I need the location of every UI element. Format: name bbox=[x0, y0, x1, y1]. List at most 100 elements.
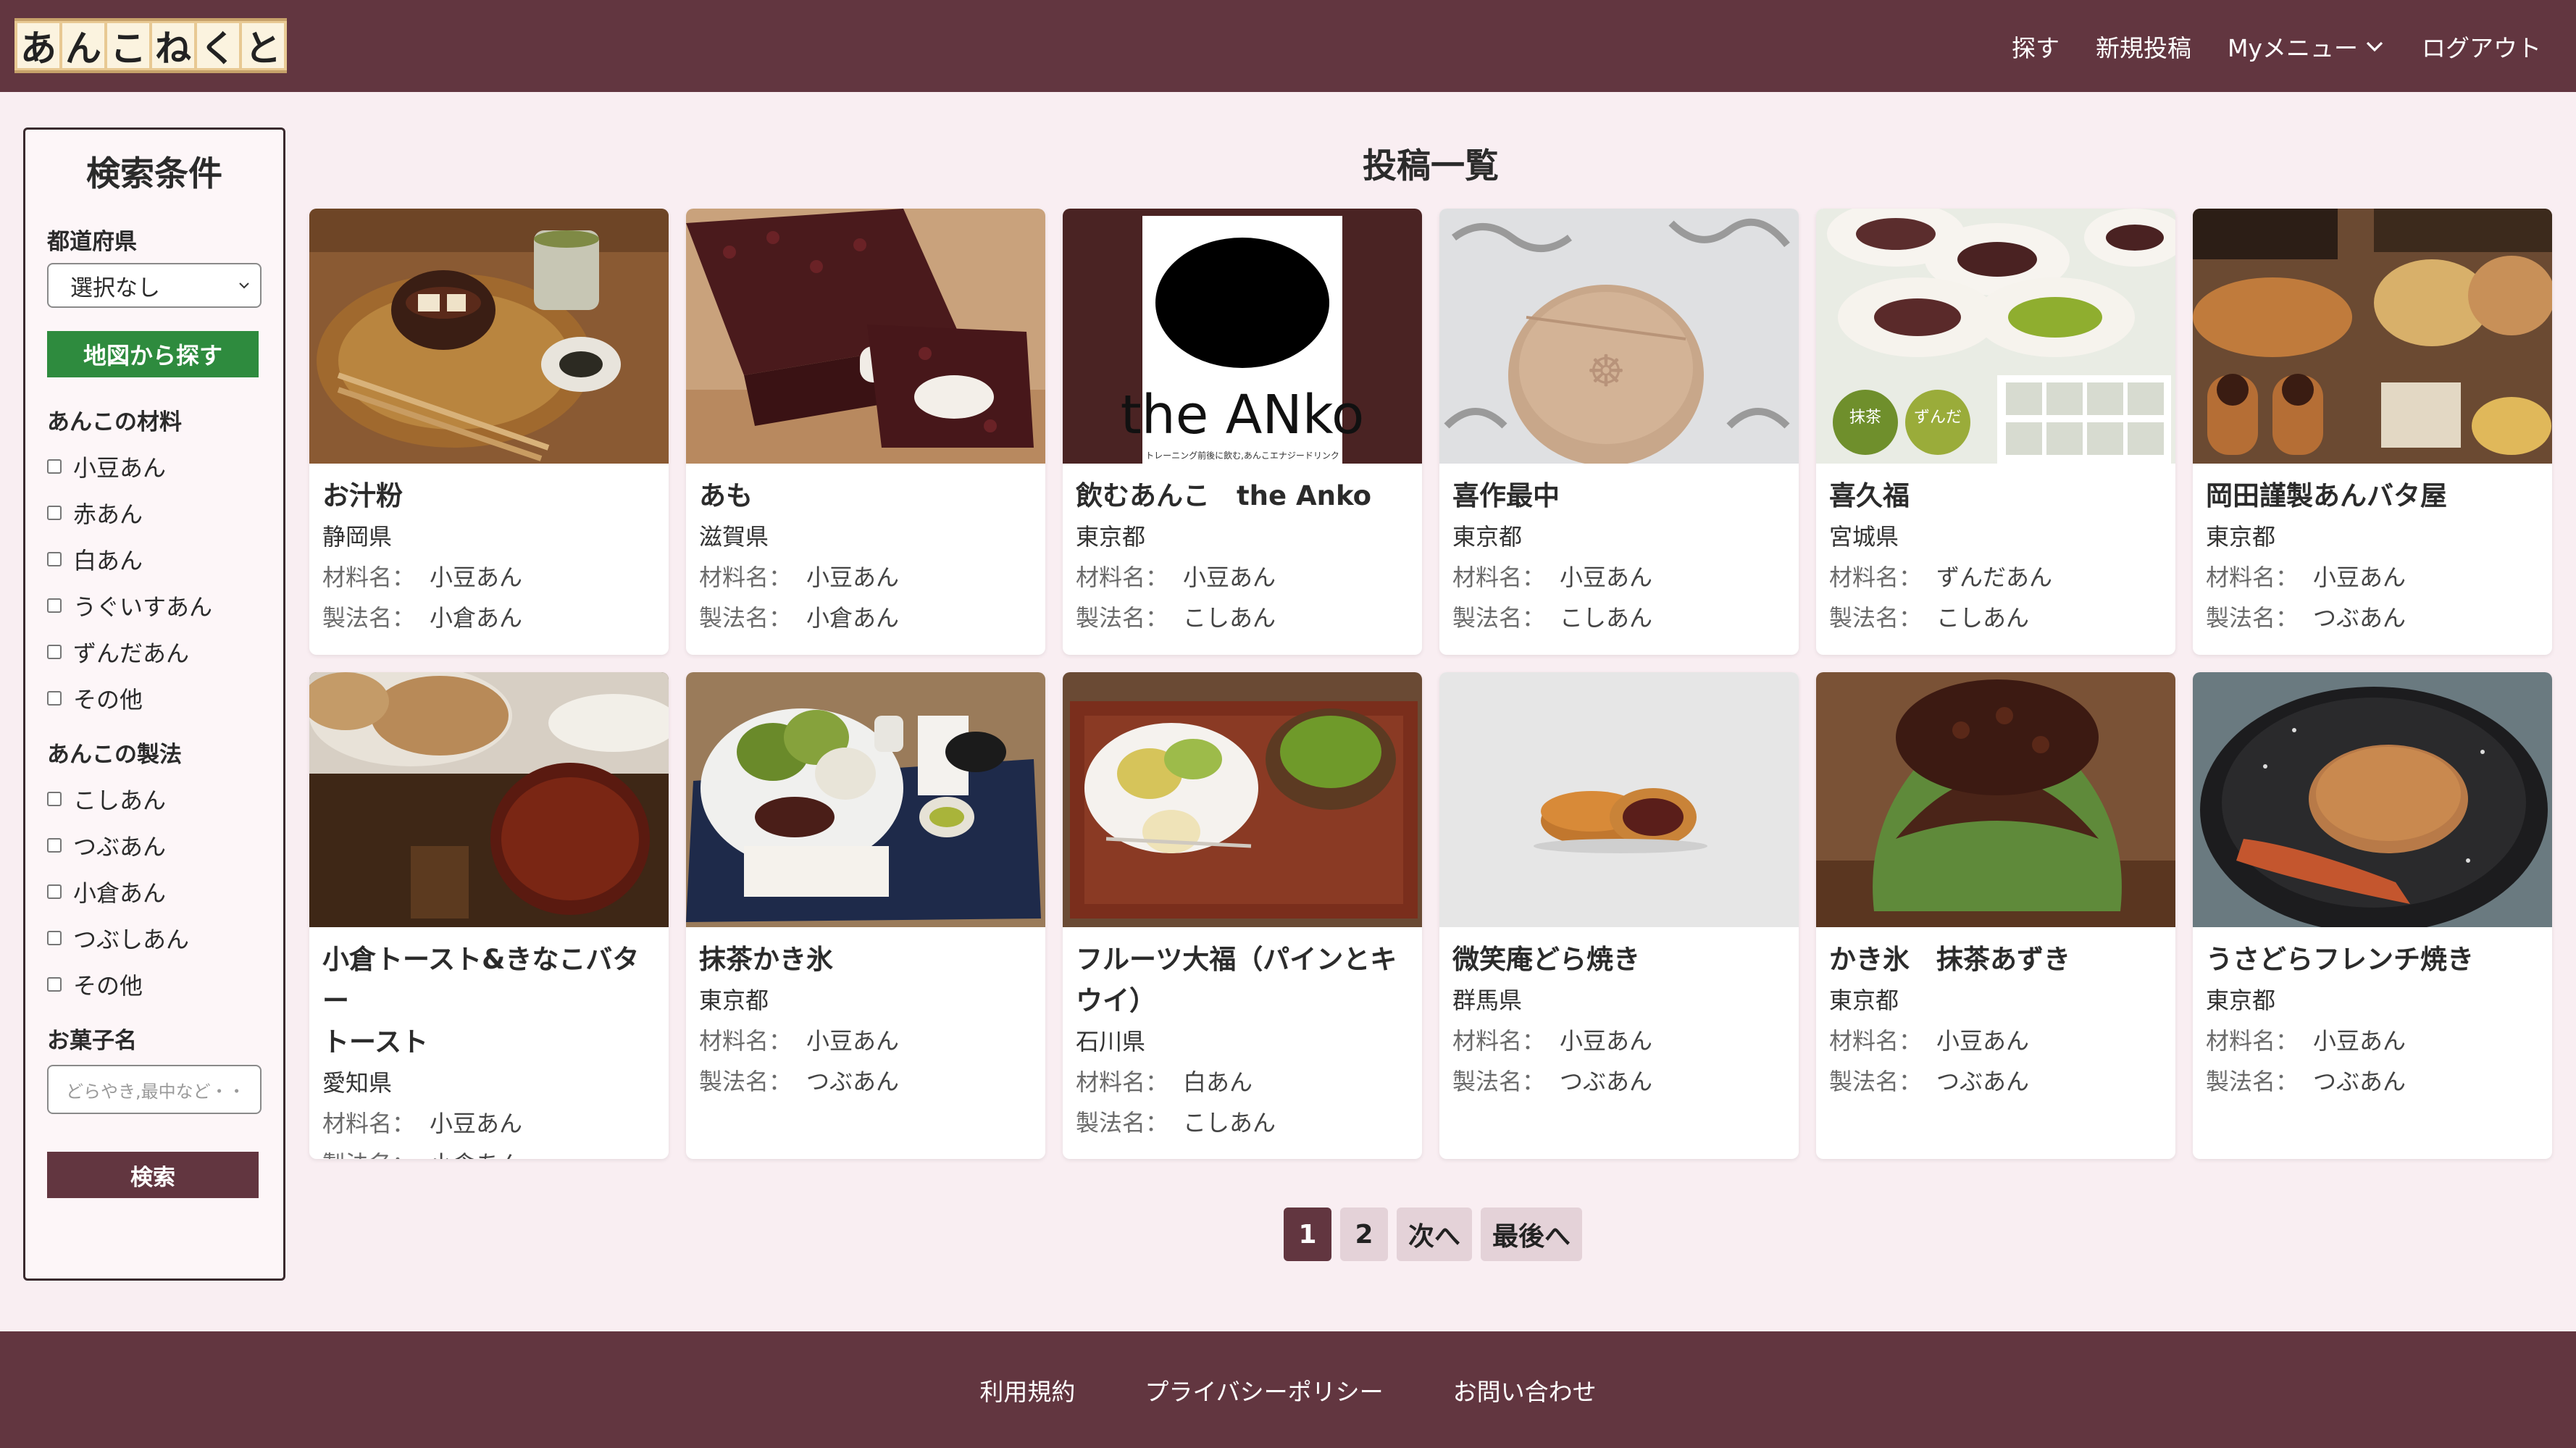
prefecture-label: 都道府県 bbox=[47, 229, 137, 255]
post-image-matcha-kakigori bbox=[686, 672, 1045, 927]
post-card[interactable]: かき氷 抹茶あずき 東京都 材料名： 小豆あん 製法名： つぶあん bbox=[1816, 672, 2175, 1159]
logo-char: ね bbox=[152, 23, 194, 70]
post-card[interactable]: うさどらフレンチ焼き 東京都 材料名： 小豆あん 製法名： つぶあん bbox=[2193, 672, 2552, 1159]
post-title[interactable]: うさどらフレンチ焼き bbox=[2206, 939, 2539, 980]
sweet-name-placeholder: どらやき,最中など・・ bbox=[66, 1081, 246, 1102]
sweet-name-label: お菓子名 bbox=[47, 1028, 137, 1054]
checkbox[interactable] bbox=[47, 506, 62, 520]
post-card[interactable]: 岡田謹製あんバタ屋 東京都 材料名： 小豆あん 製法名： つぶあん bbox=[2193, 209, 2552, 655]
badge-zunda: ずんだ bbox=[1914, 409, 1962, 427]
post-method: 製法名： つぶあん bbox=[1452, 1068, 1653, 1095]
post-prefecture: 群馬県 bbox=[1452, 987, 1523, 1014]
post-card[interactable]: 微笑庵どら焼き 群馬県 材料名： 小豆あん 製法名： つぶあん bbox=[1439, 672, 1799, 1159]
post-method: 製法名： こしあん bbox=[1829, 604, 2030, 632]
post-title[interactable]: あも bbox=[699, 475, 1032, 516]
post-prefecture: 石川県 bbox=[1076, 1028, 1146, 1055]
post-title[interactable]: お汁粉 bbox=[322, 475, 656, 516]
sidebar-title: 検索条件 bbox=[86, 154, 222, 194]
post-image-usadora-french bbox=[2193, 672, 2552, 927]
terms-link[interactable]: 利用規約 bbox=[979, 1373, 1075, 1407]
post-card[interactable]: フルーツ大福（パインとキ ウイ） 石川県 材料名： 白あん 製法名： こしあん bbox=[1063, 672, 1422, 1159]
checkbox[interactable] bbox=[47, 691, 62, 706]
site-footer: 利用規約 プライバシーポリシー お問い合わせ bbox=[0, 1331, 2576, 1448]
checkbox[interactable] bbox=[47, 838, 62, 853]
material-option[interactable]: ずんだあん bbox=[47, 629, 262, 675]
material-option-label: 白あん bbox=[73, 547, 143, 574]
post-title[interactable]: 岡田謹製あんバタ屋 bbox=[2206, 475, 2539, 516]
checkbox[interactable] bbox=[47, 977, 62, 992]
next-page-button[interactable]: 次へ bbox=[1397, 1208, 1473, 1261]
checkbox[interactable] bbox=[47, 931, 62, 945]
post-card[interactable]: the ANko トレーニング前後に飲む,あんこエナジードリンク 飲むあんこ t… bbox=[1063, 209, 1422, 655]
material-option[interactable]: うぐいすあん bbox=[47, 582, 262, 629]
post-title[interactable]: 喜作最中 bbox=[1452, 475, 1786, 516]
contact-link[interactable]: お問い合わせ bbox=[1453, 1373, 1597, 1407]
post-prefecture: 東京都 bbox=[1076, 523, 1146, 551]
material-option[interactable]: その他 bbox=[47, 675, 262, 721]
logo-char: ん bbox=[62, 23, 104, 70]
post-title[interactable]: 小倉トースト&きなこバター トースト bbox=[322, 939, 656, 1063]
main-nav: 探す 新規投稿 Myメニュー ログアウト bbox=[2012, 0, 2541, 92]
method-option[interactable]: つぶあん bbox=[47, 822, 262, 869]
image-brand-subtext: トレーニング前後に飲む,あんこエナジードリンク bbox=[1145, 450, 1339, 461]
checkbox[interactable] bbox=[47, 598, 62, 613]
post-card[interactable]: お汁粉 静岡県 材料名： 小豆あん 製法名： 小倉あん bbox=[309, 209, 669, 655]
post-image-oshiruko bbox=[309, 209, 669, 464]
method-option[interactable]: つぶしあん bbox=[47, 915, 262, 961]
checkbox[interactable] bbox=[47, 552, 62, 566]
post-title[interactable]: 喜久福 bbox=[1829, 475, 2162, 516]
nav-my-menu-dropdown[interactable]: Myメニュー bbox=[2228, 29, 2385, 64]
post-material: 材料名： 小豆あん bbox=[1452, 1027, 1653, 1055]
post-image-anbataya bbox=[2193, 209, 2552, 464]
post-card[interactable]: 抹茶 ずんだ 喜久福 宮城県 材料名： ずんだあん 製法名： こしあん bbox=[1816, 209, 2175, 655]
image-brand-text: the ANko bbox=[1121, 384, 1364, 446]
post-title[interactable]: 抹茶かき氷 bbox=[699, 939, 1032, 980]
post-prefecture: 東京都 bbox=[1452, 523, 1523, 551]
sweet-name-input[interactable]: どらやき,最中など・・ bbox=[47, 1065, 262, 1114]
post-title[interactable]: かき氷 抹茶あずき bbox=[1829, 939, 2162, 980]
method-label: あんこの製法 bbox=[47, 742, 182, 768]
post-method: 製法名： こしあん bbox=[1076, 1109, 1276, 1137]
checkbox[interactable] bbox=[47, 459, 62, 474]
post-prefecture: 東京都 bbox=[1829, 987, 1899, 1014]
map-search-button[interactable]: 地図から探す bbox=[47, 331, 259, 377]
nav-logout-link[interactable]: ログアウト bbox=[2422, 29, 2541, 64]
post-prefecture: 東京都 bbox=[2206, 987, 2276, 1014]
last-page-button[interactable]: 最後へ bbox=[1481, 1208, 1583, 1261]
checkbox[interactable] bbox=[47, 792, 62, 806]
method-option-label: つぶあん bbox=[73, 833, 167, 861]
post-material: 材料名： 小豆あん bbox=[322, 564, 523, 591]
post-material: 材料名： 小豆あん bbox=[322, 1110, 523, 1137]
nav-search-link[interactable]: 探す bbox=[2012, 29, 2059, 64]
material-option[interactable]: 小豆あん bbox=[47, 443, 262, 490]
method-option[interactable]: 小倉あん bbox=[47, 869, 262, 915]
checkbox[interactable] bbox=[47, 645, 62, 659]
post-method: 製法名： つぶあん bbox=[2206, 1068, 2406, 1095]
search-button[interactable]: 検索 bbox=[47, 1152, 259, 1198]
page-title: 投稿一覧 bbox=[1363, 146, 1499, 186]
post-method: 製法名： こしあん bbox=[1452, 604, 1653, 632]
post-card[interactable]: ☸ 喜作最中 東京都 材料名： 小豆あん 製法名： こしあん bbox=[1439, 209, 1799, 655]
checkbox[interactable] bbox=[47, 884, 62, 899]
method-option[interactable]: その他 bbox=[47, 961, 262, 1008]
post-card[interactable]: あも 滋賀県 材料名： 小豆あん 製法名： 小倉あん bbox=[686, 209, 1045, 655]
privacy-policy-link[interactable]: プライバシーポリシー bbox=[1145, 1373, 1383, 1407]
material-option[interactable]: 白あん bbox=[47, 536, 262, 582]
post-title[interactable]: 微笑庵どら焼き bbox=[1452, 939, 1786, 980]
page-2-button[interactable]: 2 bbox=[1340, 1208, 1388, 1261]
post-material: 材料名： 小豆あん bbox=[1829, 1027, 2030, 1055]
post-image-ogura-toast bbox=[309, 672, 669, 927]
post-image-dorayaki bbox=[1439, 672, 1799, 927]
material-label: あんこの材料 bbox=[47, 409, 182, 435]
post-card[interactable]: 抹茶かき氷 東京都 材料名： 小豆あん 製法名： つぶあん bbox=[686, 672, 1045, 1159]
method-option[interactable]: こしあん bbox=[47, 776, 262, 822]
site-logo[interactable]: あ ん こ ね く と bbox=[14, 18, 287, 73]
post-card[interactable]: 小倉トースト&きなこバタートースト 愛知県 材料名：小豆あん 製法名：小倉あん bbox=[309, 672, 669, 1159]
logo-char: こ bbox=[107, 23, 149, 70]
post-title[interactable]: 飲むあんこ the Anko bbox=[1076, 475, 1409, 516]
page-1-button[interactable]: 1 bbox=[1284, 1208, 1331, 1261]
prefecture-select[interactable]: 選択なし bbox=[47, 263, 262, 308]
material-option[interactable]: 赤あん bbox=[47, 490, 262, 536]
nav-new-post-link[interactable]: 新規投稿 bbox=[2096, 29, 2191, 64]
post-title[interactable]: フルーツ大福（パインとキ ウイ） bbox=[1076, 939, 1409, 1021]
